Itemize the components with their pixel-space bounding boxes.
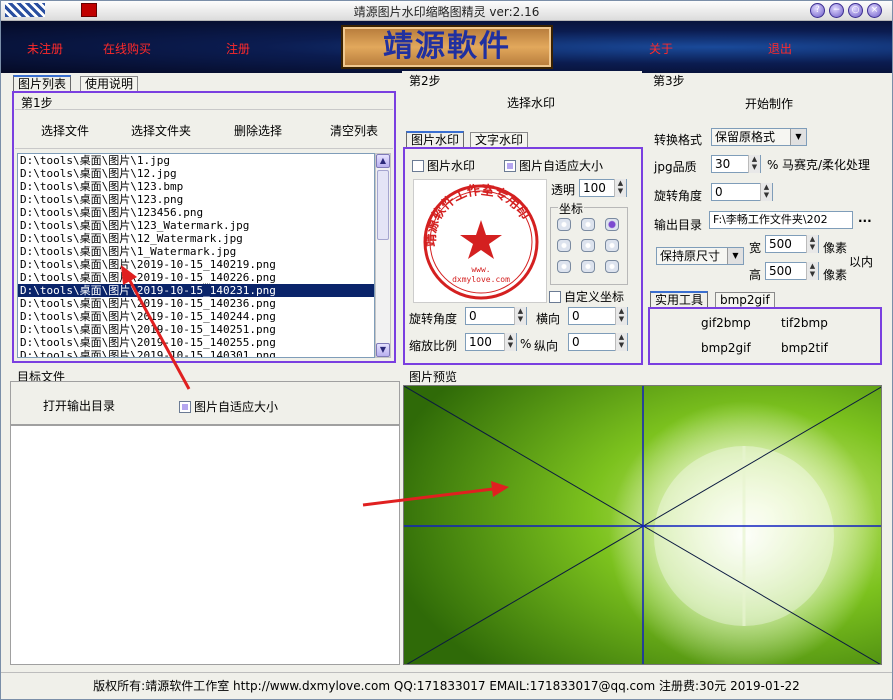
status-bar: 版权所有:靖源软件工作室 http://www.dxmylove.com QQ:… [1, 672, 892, 699]
arrow-to-preview [362, 487, 494, 507]
arrow-to-list [127, 278, 191, 390]
annotation-arrows [121, 265, 509, 507]
app-window: 靖源图片水印缩略图精灵 ver:2.16 ? − ○ × 未注册 在线购买 注册… [0, 0, 893, 700]
arrow-head-icon [491, 481, 509, 497]
